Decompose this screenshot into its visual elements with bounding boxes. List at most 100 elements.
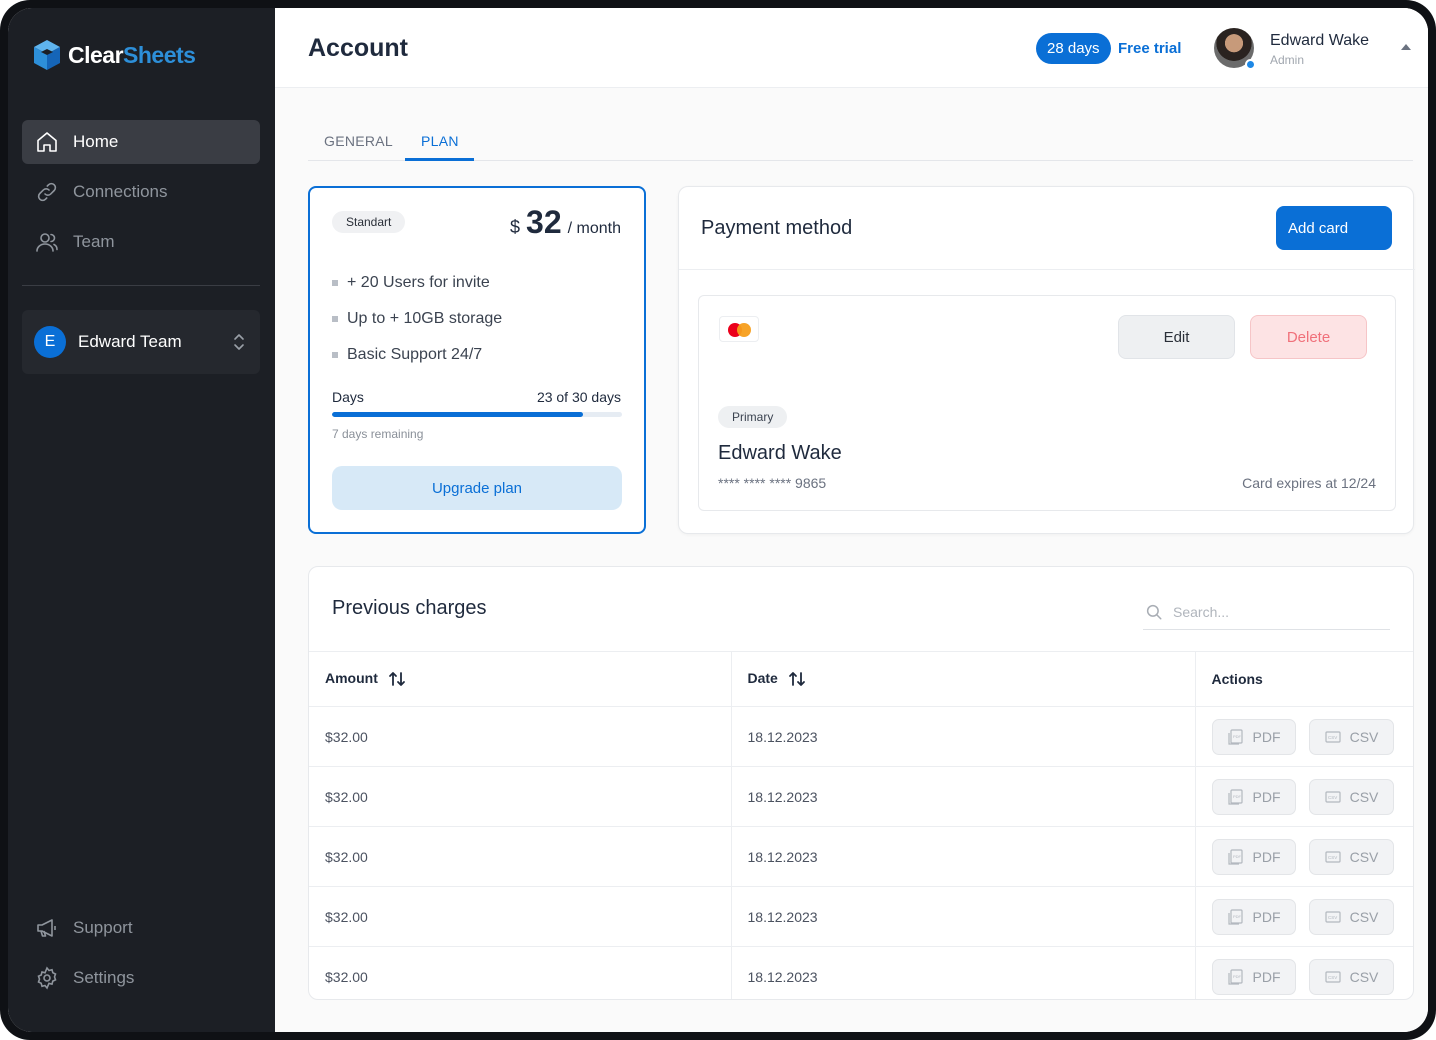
- csv-label: CSV: [1349, 728, 1379, 745]
- user-name[interactable]: Edward Wake: [1270, 32, 1369, 50]
- svg-text:PDF: PDF: [1233, 734, 1242, 739]
- search-field[interactable]: Search...: [1143, 595, 1390, 630]
- section-divider: [679, 269, 1415, 270]
- pdf-label: PDF: [1252, 788, 1281, 805]
- page-title: Account: [308, 34, 408, 62]
- primary-badge: Primary: [718, 406, 788, 428]
- sidebar-item-support[interactable]: Support: [22, 906, 260, 950]
- price-amount: 32: [526, 204, 562, 240]
- sort-icon[interactable]: [388, 670, 406, 688]
- svg-text:CSV: CSV: [1328, 915, 1337, 920]
- user-avatar[interactable]: [1214, 28, 1256, 70]
- plan-feature-text: Up to + 10GB storage: [347, 310, 503, 327]
- download-csv-button[interactable]: CSV CSV: [1308, 718, 1394, 755]
- column-header-label: Amount: [325, 669, 378, 686]
- days-remaining: 7 days remaining: [332, 427, 424, 441]
- bullet-icon: [332, 352, 338, 358]
- caret-up-icon[interactable]: [1401, 44, 1411, 50]
- csv-label: CSV: [1349, 908, 1379, 925]
- trial-days-badge[interactable]: 28 days: [1036, 33, 1111, 64]
- sidebar-item-connections[interactable]: Connections: [22, 170, 260, 214]
- pdf-label: PDF: [1252, 848, 1281, 865]
- payment-method-card: Payment method Add card Edit Delete Prim…: [678, 186, 1415, 534]
- team-switcher[interactable]: E Edward Team: [22, 310, 260, 374]
- sidebar-item-label: Home: [73, 132, 119, 151]
- charge-date: 18.12.2023: [731, 766, 1196, 827]
- upgrade-plan-button[interactable]: Upgrade plan: [332, 466, 622, 510]
- svg-text:CSV: CSV: [1328, 975, 1337, 980]
- charges-table-body: $32.00 18.12.2023 PDF PDF CSV CSV $32.00 18.12.…: [309, 706, 1413, 999]
- sidebar: ClearSheets Home Connections Team E Edwa…: [8, 8, 275, 1032]
- brand-name-part1: Clear: [68, 41, 124, 68]
- download-csv-button[interactable]: CSV CSV: [1308, 778, 1394, 815]
- saved-card: Edit Delete Primary Edward Wake **** ***…: [698, 295, 1396, 511]
- table-header-row: Amount Date Actions: [309, 651, 1413, 707]
- account-tabs: GENERAL PLAN: [308, 124, 1413, 161]
- add-card-button[interactable]: Add card: [1276, 206, 1392, 250]
- price-period: / month: [567, 220, 621, 237]
- table-row: $32.00 18.12.2023 PDF PDF CSV CSV: [309, 886, 1413, 947]
- online-status-dot: [1245, 59, 1256, 70]
- sidebar-item-team[interactable]: Team: [22, 220, 260, 264]
- days-label: Days: [332, 389, 364, 405]
- megaphone-icon: [37, 919, 56, 937]
- download-csv-button[interactable]: CSV CSV: [1308, 898, 1394, 935]
- download-pdf-button[interactable]: PDF PDF: [1211, 778, 1296, 815]
- charge-date: 18.12.2023: [731, 946, 1196, 999]
- pdf-label: PDF: [1252, 728, 1281, 745]
- chevron-updown-icon: [234, 334, 244, 350]
- cube-logo-icon: [34, 40, 60, 70]
- csv-file-icon: CSV: [1324, 790, 1341, 803]
- download-pdf-button[interactable]: PDF PDF: [1211, 718, 1296, 755]
- table-row: $32.00 18.12.2023 PDF PDF CSV CSV: [309, 766, 1413, 827]
- charge-actions: PDF PDF CSV CSV: [1195, 706, 1413, 767]
- column-header-amount[interactable]: Amount: [309, 651, 732, 707]
- pdf-file-icon: PDF: [1227, 908, 1243, 925]
- charge-amount: $32.00: [309, 886, 732, 947]
- search-icon: [1146, 604, 1162, 620]
- sidebar-item-label: Team: [73, 232, 115, 251]
- card-holder-name: Edward Wake: [718, 442, 842, 464]
- download-csv-button[interactable]: CSV CSV: [1308, 958, 1394, 995]
- sidebar-item-home[interactable]: Home: [22, 120, 260, 164]
- free-trial-link[interactable]: Free trial: [1118, 40, 1181, 57]
- column-header-date[interactable]: Date: [731, 651, 1196, 707]
- brand-logo[interactable]: ClearSheets: [32, 39, 196, 71]
- mastercard-icon: [719, 316, 759, 342]
- main-content: Account 28 days Free trial Edward Wake A…: [275, 8, 1428, 1032]
- delete-card-button[interactable]: Delete: [1250, 315, 1367, 359]
- home-icon: [37, 132, 57, 152]
- edit-card-button[interactable]: Edit: [1118, 315, 1235, 359]
- download-pdf-button[interactable]: PDF PDF: [1211, 838, 1296, 875]
- sidebar-item-label: Settings: [73, 968, 135, 987]
- svg-text:CSV: CSV: [1328, 855, 1337, 860]
- download-pdf-button[interactable]: PDF PDF: [1211, 898, 1296, 935]
- team-avatar: E: [34, 326, 66, 358]
- svg-text:PDF: PDF: [1233, 914, 1242, 919]
- csv-file-icon: CSV: [1324, 850, 1341, 863]
- charge-amount: $32.00: [309, 826, 732, 887]
- days-value: 23 of 30 days: [536, 389, 621, 405]
- download-csv-button[interactable]: CSV CSV: [1308, 838, 1394, 875]
- active-tab-indicator: [405, 158, 474, 161]
- table-row: $32.00 18.12.2023 PDF PDF CSV CSV: [309, 826, 1413, 887]
- plan-feature-text: Basic Support 24/7: [347, 346, 483, 363]
- sidebar-item-label: Support: [73, 918, 133, 937]
- sort-icon[interactable]: [788, 670, 806, 688]
- tab-general[interactable]: GENERAL: [324, 133, 393, 149]
- csv-file-icon: CSV: [1324, 971, 1341, 983]
- sidebar-item-settings[interactable]: Settings: [22, 956, 260, 1000]
- download-pdf-button[interactable]: PDF PDF: [1211, 958, 1296, 995]
- pdf-file-icon: PDF: [1227, 969, 1243, 985]
- tab-plan[interactable]: PLAN: [421, 133, 459, 149]
- users-icon: [36, 233, 58, 252]
- svg-text:CSV: CSV: [1328, 795, 1337, 800]
- plan-price: $ 32 / month: [510, 204, 621, 241]
- table-row: $32.00 18.12.2023 PDF PDF CSV CSV: [309, 946, 1413, 999]
- card-number: **** **** **** 9865: [718, 475, 827, 491]
- gear-icon: [37, 966, 57, 990]
- brand-name-part2: Sheets: [123, 41, 196, 68]
- search-input[interactable]: Search...: [1173, 604, 1229, 620]
- charge-amount: $32.00: [309, 766, 732, 827]
- card-expiry: Card expires at 12/24: [1242, 475, 1376, 491]
